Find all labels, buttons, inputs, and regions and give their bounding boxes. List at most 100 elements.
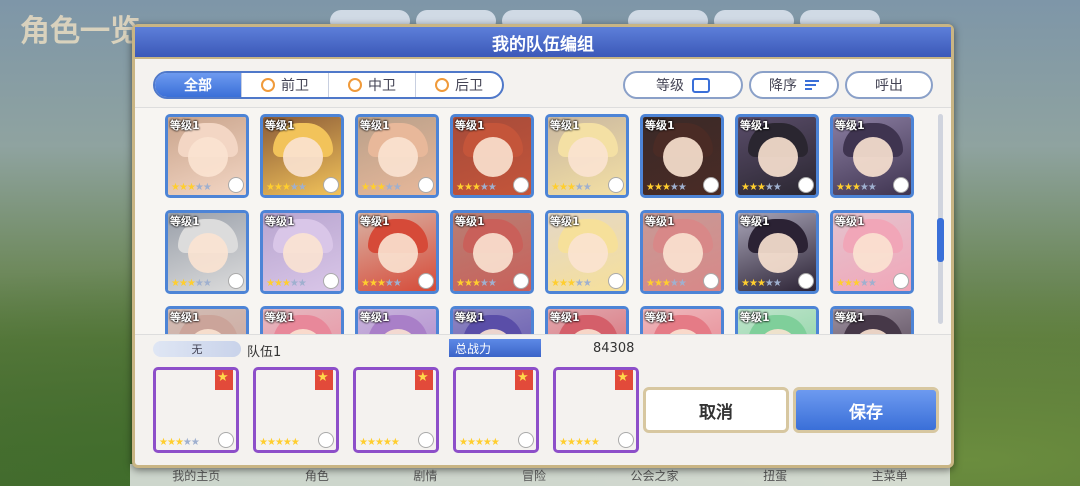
character-card[interactable]: 等级1★★★★★ <box>165 210 249 294</box>
empty-star-icon: ★ <box>392 182 402 193</box>
face-shape <box>283 233 323 273</box>
face-shape <box>758 137 798 177</box>
sort-order-button[interactable]: 降序 <box>749 71 839 99</box>
leader-flag-icon <box>615 370 633 390</box>
team-member-card[interactable]: ★ ★★★★ <box>353 367 439 453</box>
star-icon: ★ <box>274 437 284 448</box>
character-card[interactable]: 等级1★★★★★ <box>545 306 629 334</box>
level-label: 等级1 <box>740 215 770 228</box>
nav-item[interactable]: 主菜单 <box>872 467 908 484</box>
rank-icon <box>608 177 624 193</box>
face-shape <box>188 137 228 177</box>
character-card[interactable]: 等级1★★★★★ <box>450 306 534 334</box>
team-member-card[interactable]: ★ ★★★★ <box>253 367 339 453</box>
rank-icon <box>608 273 624 289</box>
tab-label: 前卫 <box>281 78 309 94</box>
star-icon: ★ <box>551 278 560 289</box>
team-member-card[interactable]: ★ ★★★★ <box>453 367 539 453</box>
empty-star-icon: ★ <box>297 278 307 289</box>
nav-item[interactable]: 我的主页 <box>172 467 220 484</box>
rank-icon <box>893 177 909 193</box>
character-card[interactable]: 等级1★★★★★ <box>165 114 249 198</box>
star-icon: ★ <box>574 437 584 448</box>
rank-icon <box>418 177 434 193</box>
star-icon: ★ <box>368 278 378 289</box>
face-shape <box>853 233 893 273</box>
level-label: 等级1 <box>360 119 390 132</box>
empty-star-icon: ★ <box>202 278 212 289</box>
rarity-stars: ★★★★★ <box>836 182 877 193</box>
team-member-card[interactable]: ★ ★★★★ <box>553 367 639 453</box>
rank-icon <box>228 273 244 289</box>
character-card[interactable]: 等级1★★★★★ <box>830 210 914 294</box>
nav-item[interactable]: 剧情 <box>413 467 437 484</box>
team-info-bar: 无 队伍1 总战力 84308 <box>153 339 634 361</box>
character-card[interactable]: 等级1★★★★★ <box>355 210 439 294</box>
character-card[interactable]: 等级1★★★★★ <box>735 114 819 198</box>
cancel-button[interactable]: 取消 <box>643 387 789 433</box>
character-card[interactable]: 等级1★★★★★ <box>355 306 439 334</box>
character-card[interactable]: 等级1★★★★★ <box>830 306 914 334</box>
star-icon: ★ <box>382 437 392 448</box>
star-icon: ★ <box>566 182 576 193</box>
level-label: 等级1 <box>170 311 200 324</box>
call-button[interactable]: 呼出 <box>845 71 933 99</box>
rank-icon <box>518 432 534 448</box>
star-icon: ★ <box>490 437 500 448</box>
rank-icon <box>618 432 634 448</box>
character-card[interactable]: 等级1★★★★★ <box>640 114 724 198</box>
midguard-icon <box>348 78 362 92</box>
scrollbar-thumb[interactable] <box>937 218 944 262</box>
character-card[interactable]: 等级1★★★★★ <box>260 210 344 294</box>
star-icon: ★ <box>471 278 481 289</box>
character-card[interactable]: 等级1★★★★★ <box>545 210 629 294</box>
sort-key-button[interactable]: 等级 <box>623 71 743 99</box>
star-icon: ★ <box>359 437 368 448</box>
face-shape <box>188 233 228 273</box>
empty-star-icon: ★ <box>190 437 200 448</box>
character-card[interactable]: 等级1★★★★★ <box>830 114 914 198</box>
team-member-card[interactable]: ★ ★★★★ <box>153 367 239 453</box>
sort-order-icon <box>805 80 819 90</box>
nav-item[interactable]: 扭蛋 <box>763 467 787 484</box>
nav-item[interactable]: 冒险 <box>522 467 546 484</box>
level-label: 等级1 <box>455 119 485 132</box>
character-card[interactable]: 等级1★★★★★ <box>260 114 344 198</box>
face-shape <box>473 233 513 273</box>
character-card[interactable]: 等级1★★★★★ <box>260 306 344 334</box>
character-card[interactable]: 等级1★★★★★ <box>450 210 534 294</box>
star-icon: ★ <box>171 278 180 289</box>
nav-item[interactable]: 角色 <box>305 467 329 484</box>
character-card[interactable]: 等级1★★★★★ <box>545 114 629 198</box>
star-icon: ★ <box>459 437 468 448</box>
character-card[interactable]: 等级1★★★★★ <box>355 114 439 198</box>
face-shape <box>378 137 418 177</box>
character-card[interactable]: 等级1★★★★★ <box>735 306 819 334</box>
level-label: 等级1 <box>645 119 675 132</box>
character-card[interactable]: 等级1★★★★★ <box>450 114 534 198</box>
tab-rearguard[interactable]: 后卫 <box>415 73 502 97</box>
rearguard-icon <box>435 78 449 92</box>
empty-star-icon: ★ <box>289 182 299 193</box>
star-icon: ★ <box>273 278 283 289</box>
level-label: 等级1 <box>455 215 485 228</box>
character-card[interactable]: 等级1★★★★★ <box>640 306 724 334</box>
empty-star-icon: ★ <box>297 182 307 193</box>
star-icon: ★ <box>474 437 484 448</box>
character-card[interactable]: 等级1★★★★★ <box>735 210 819 294</box>
empty-star-icon: ★ <box>859 182 869 193</box>
leader-flag-icon <box>315 370 333 390</box>
star-icon: ★ <box>741 278 750 289</box>
level-label: 等级1 <box>645 215 675 228</box>
save-button[interactable]: 保存 <box>793 387 939 433</box>
tab-vanguard[interactable]: 前卫 <box>241 73 328 97</box>
rarity-stars: ★★★★★ <box>836 278 877 289</box>
tab-midguard[interactable]: 中卫 <box>328 73 415 97</box>
tab-all[interactable]: 全部 <box>155 73 241 97</box>
character-card[interactable]: 等级1★★★★★ <box>640 210 724 294</box>
character-card[interactable]: 等级1★★★★★ <box>165 306 249 334</box>
level-label: 等级1 <box>835 311 865 324</box>
star-icon: ★ <box>361 278 370 289</box>
rank-icon <box>218 432 234 448</box>
nav-item[interactable]: 公会之家 <box>631 467 679 484</box>
